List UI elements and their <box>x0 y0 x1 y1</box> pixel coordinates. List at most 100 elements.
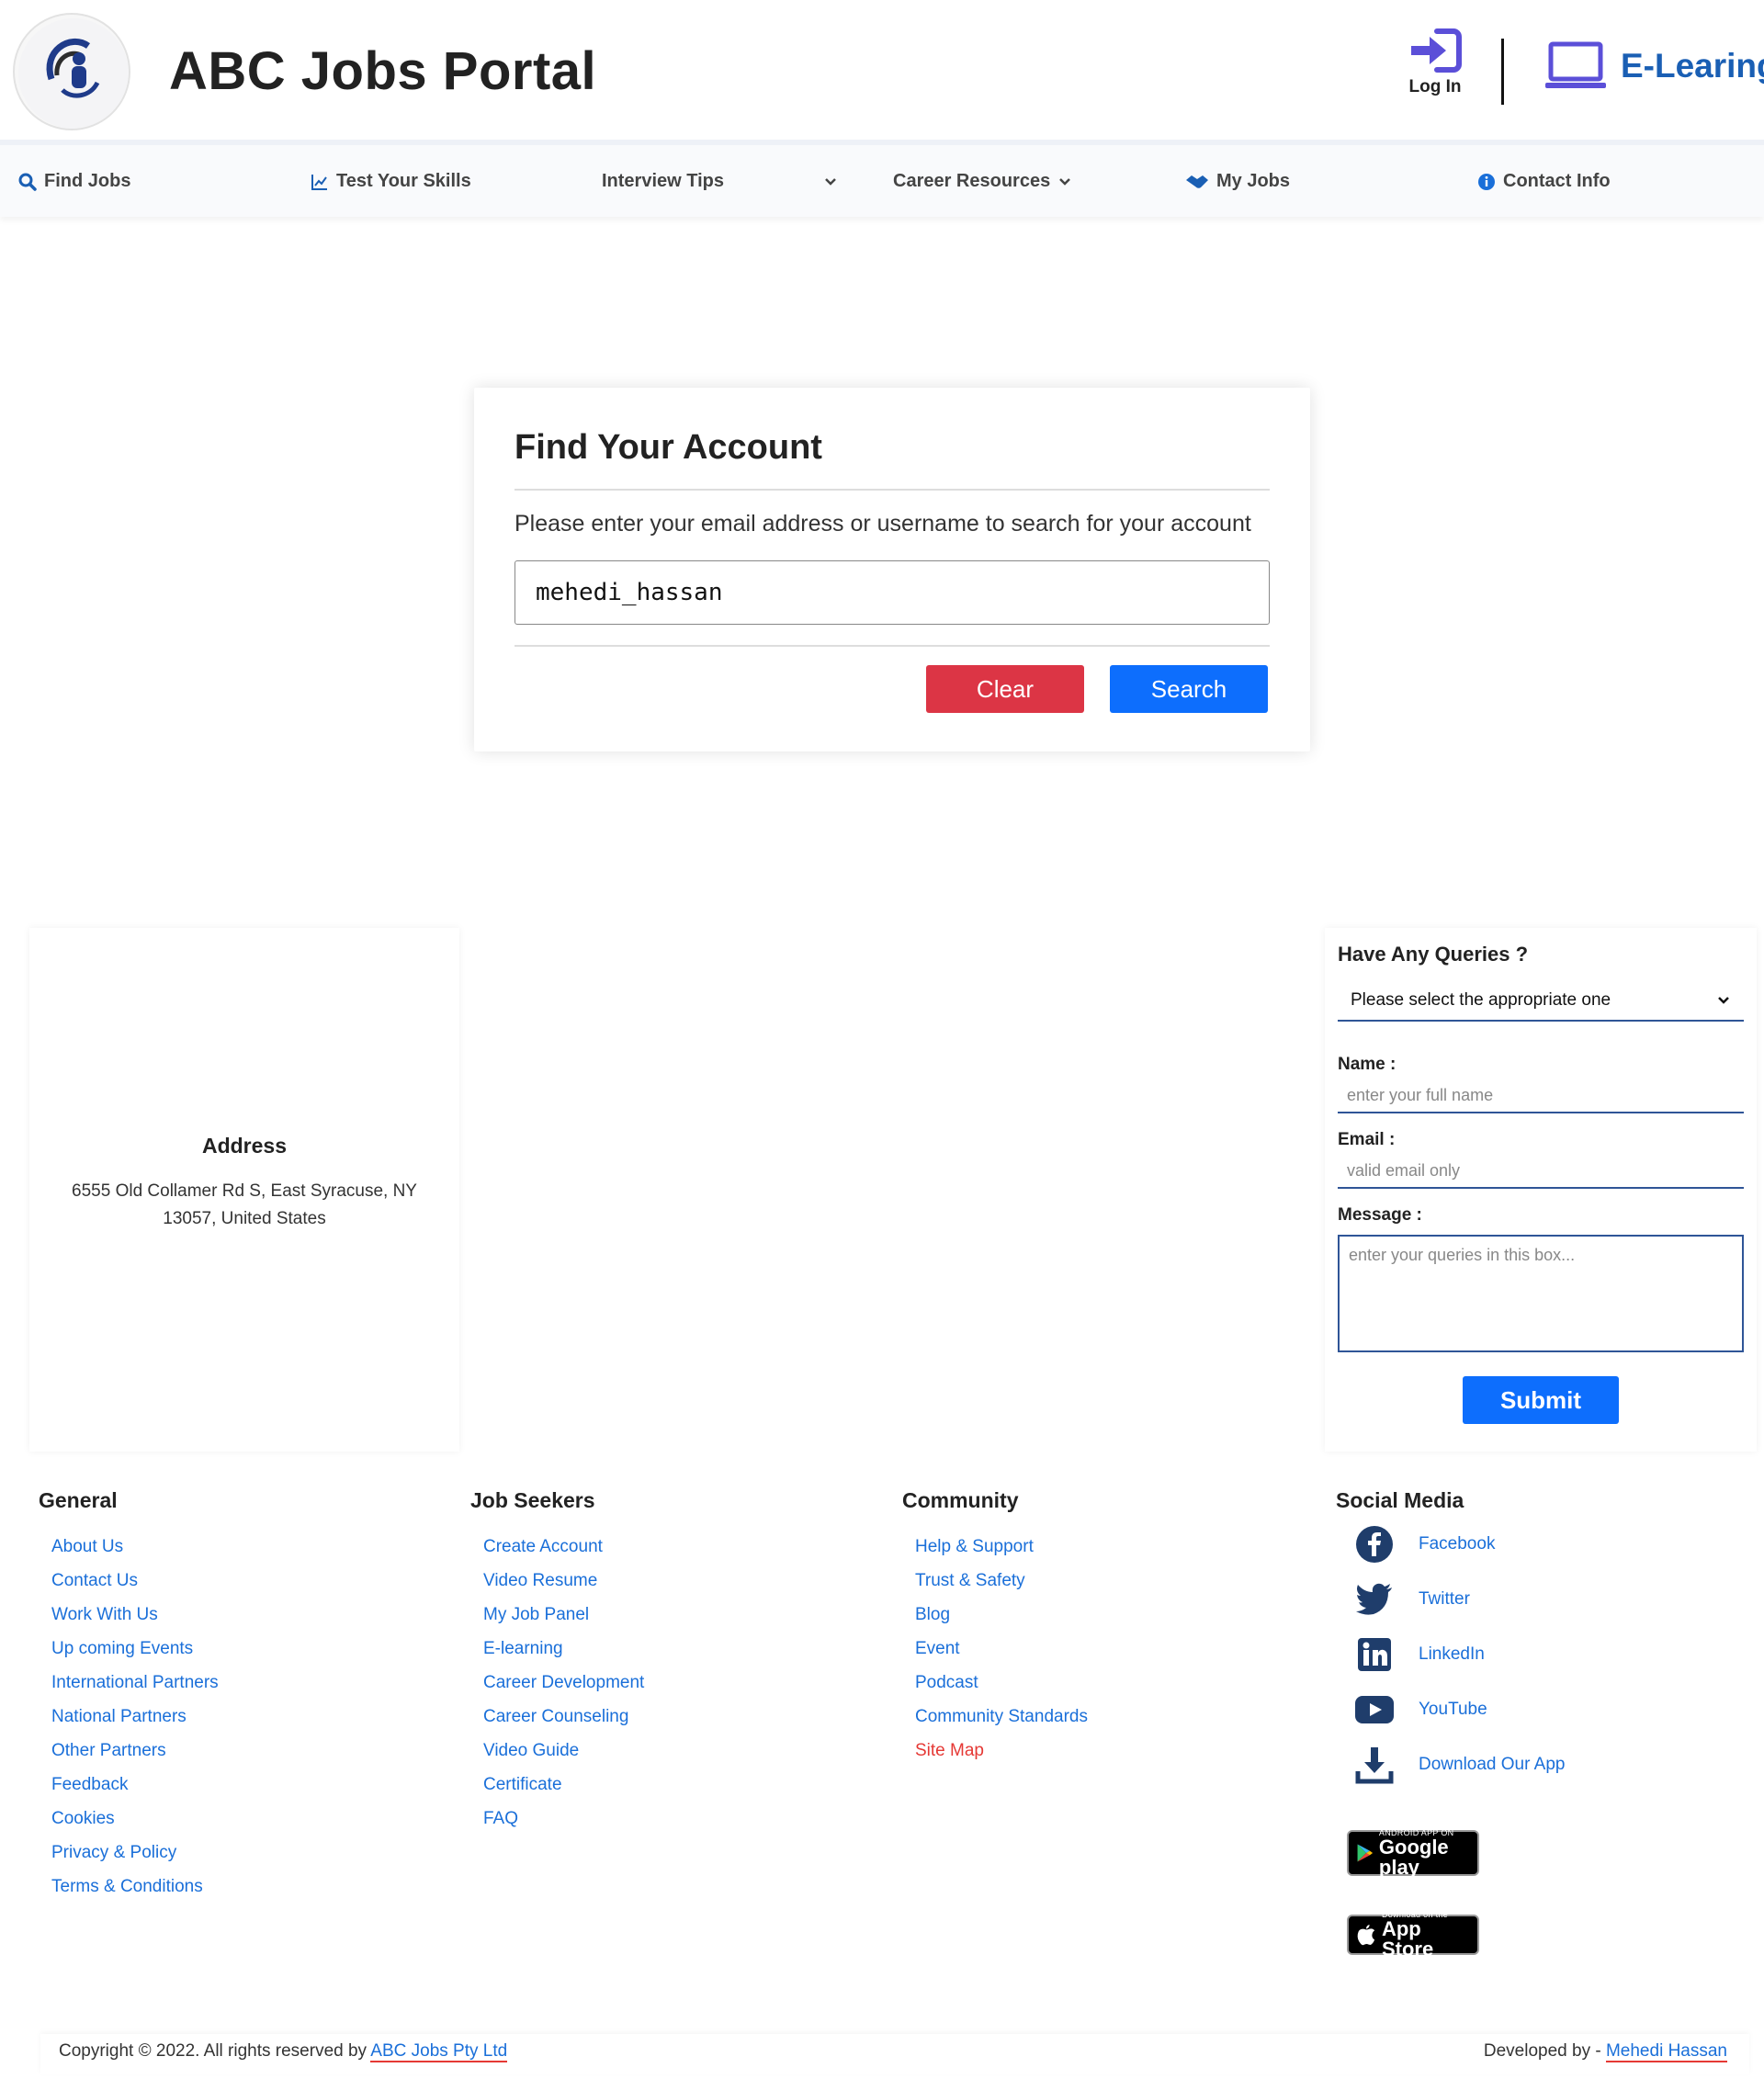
footer-link-my-job-panel[interactable]: My Job Panel <box>483 1598 644 1632</box>
login-label: Log In <box>1408 77 1462 96</box>
footer-general: General About Us Contact Us Work With Us… <box>39 1488 219 1904</box>
footer-link-blog[interactable]: Blog <box>915 1598 1088 1632</box>
account-search-input[interactable] <box>514 560 1270 625</box>
footer-link-career-development[interactable]: Career Development <box>483 1666 644 1700</box>
copyright-label: Copyright © 2022. All rights reserved by <box>59 2041 368 2061</box>
footer-link-privacy-policy[interactable]: Privacy & Policy <box>51 1836 219 1870</box>
nav-label: Test Your Skills <box>336 171 471 191</box>
laptop-icon <box>1545 41 1606 88</box>
footer-link-video-resume[interactable]: Video Resume <box>483 1564 644 1598</box>
footer-link-international-partners[interactable]: International Partners <box>51 1666 219 1700</box>
social-twitter[interactable]: Twitter <box>1354 1572 1566 1627</box>
login-button[interactable]: Log In <box>1389 28 1481 97</box>
footer-link-about-us[interactable]: About Us <box>51 1530 219 1564</box>
nav-item-find-jobs[interactable]: Find Jobs <box>18 171 130 192</box>
youtube-icon <box>1354 1689 1395 1730</box>
nav-item-career-resources[interactable]: Career Resources <box>893 171 1072 192</box>
footer-link-certificate[interactable]: Certificate <box>483 1768 644 1802</box>
site-logo[interactable] <box>13 13 130 130</box>
footer-social: Social Media Facebook Twitter LinkedIn Y… <box>1336 1488 1566 1792</box>
nav-item-test-your-skills[interactable]: Test Your Skills <box>311 171 471 192</box>
name-field[interactable]: enter your full name <box>1338 1079 1744 1113</box>
footer-heading: Community <box>902 1488 1019 1512</box>
query-type-select[interactable]: Please select the appropriate one <box>1338 981 1744 1022</box>
message-label: Message : <box>1338 1205 1422 1225</box>
facebook-icon <box>1354 1524 1395 1565</box>
google-play-badge[interactable]: ANDROID APP ON Google play <box>1347 1828 1479 1879</box>
elearning-label: E-Learing <box>1621 47 1764 85</box>
name-label: Name : <box>1338 1055 1396 1074</box>
footer-link-e-learning[interactable]: E-learning <box>483 1632 644 1666</box>
app-store-badge[interactable]: Download on the App Store <box>1347 1910 1479 1960</box>
apple-icon <box>1357 1925 1375 1946</box>
footer-job-seekers: Job Seekers Create Account Video Resume … <box>470 1488 644 1836</box>
download-icon <box>1354 1745 1395 1785</box>
footer-link-help-support[interactable]: Help & Support <box>915 1530 1088 1564</box>
chevron-down-icon <box>1718 997 1729 1004</box>
footer-link-event[interactable]: Event <box>915 1632 1088 1666</box>
nav-label: Contact Info <box>1503 171 1611 191</box>
footer-link-national-partners[interactable]: National Partners <box>51 1700 219 1734</box>
submit-button[interactable]: Submit <box>1463 1376 1619 1424</box>
google-play-big: Google play <box>1378 1836 1449 1879</box>
nav-label: Find Jobs <box>44 171 131 191</box>
search-button[interactable]: Search <box>1110 665 1268 713</box>
chevron-down-icon <box>825 177 836 186</box>
footer-link-terms-conditions[interactable]: Terms & Conditions <box>51 1870 219 1904</box>
linkedin-icon <box>1354 1634 1395 1675</box>
footer-link-community-standards[interactable]: Community Standards <box>915 1700 1088 1734</box>
footer-link-career-counseling[interactable]: Career Counseling <box>483 1700 644 1734</box>
footer-link-site-map[interactable]: Site Map <box>915 1734 1088 1768</box>
email-field[interactable]: valid email only <box>1338 1154 1744 1189</box>
login-icon <box>1411 28 1462 73</box>
clear-button[interactable]: Clear <box>926 665 1084 713</box>
select-value: Please select the appropriate one <box>1351 990 1611 1010</box>
divider <box>514 489 1270 491</box>
footer-link-contact-us[interactable]: Contact Us <box>51 1564 219 1598</box>
queries-title: Have Any Queries ? <box>1338 943 1529 966</box>
social-youtube[interactable]: YouTube <box>1354 1682 1566 1737</box>
developer-credit: Developed by - Mehedi Hassan <box>1484 2041 1727 2062</box>
social-linkedin[interactable]: LinkedIn <box>1354 1627 1566 1682</box>
footer-link-work-with-us[interactable]: Work With Us <box>51 1598 219 1632</box>
copyright-bar: Copyright © 2022. All rights reserved by… <box>40 2034 1749 2074</box>
footer-link-create-account[interactable]: Create Account <box>483 1530 644 1564</box>
site-header: ABC Jobs Portal Log In E-Learing <box>0 0 1764 140</box>
find-account-card: Find Your Account Please enter your emai… <box>474 388 1310 751</box>
footer-heading: Job Seekers <box>470 1488 595 1512</box>
main-nav: Find Jobs Test Your Skills Interview Tip… <box>0 140 1764 217</box>
footer-link-faq[interactable]: FAQ <box>483 1802 644 1836</box>
google-play-icon <box>1357 1844 1374 1862</box>
footer-link-feedback[interactable]: Feedback <box>51 1768 219 1802</box>
download-app-link[interactable]: Download Our App <box>1354 1737 1566 1792</box>
address-title: Address <box>201 1134 288 1158</box>
chevron-down-icon <box>1059 177 1071 186</box>
queries-form: Have Any Queries ? Please select the app… <box>1325 928 1757 1452</box>
nav-item-interview-tips[interactable]: Interview Tips <box>602 171 838 192</box>
site-title: ABC Jobs Portal <box>169 41 597 101</box>
nav-label: My Jobs <box>1216 171 1291 191</box>
address-box: Address 6555 Old Collamer Rd S, East Syr… <box>29 928 459 1452</box>
social-facebook[interactable]: Facebook <box>1354 1517 1566 1572</box>
footer-link-upcoming-events[interactable]: Up coming Events <box>51 1632 219 1666</box>
social-label: Twitter <box>1419 1589 1470 1609</box>
footer-link-podcast[interactable]: Podcast <box>915 1666 1088 1700</box>
elearning-link[interactable]: E-Learing <box>1544 40 1764 92</box>
handshake-icon <box>1186 175 1208 188</box>
footer-link-cookies[interactable]: Cookies <box>51 1802 219 1836</box>
footer-link-video-guide[interactable]: Video Guide <box>483 1734 644 1768</box>
nav-item-my-jobs[interactable]: My Jobs <box>1185 171 1290 192</box>
nav-label: Career Resources <box>893 171 1051 191</box>
search-icon <box>18 173 37 191</box>
nav-item-contact-info[interactable]: Contact Info <box>1477 171 1611 192</box>
footer-link-other-partners[interactable]: Other Partners <box>51 1734 219 1768</box>
header-divider <box>1501 39 1504 105</box>
card-title: Find Your Account <box>514 428 822 467</box>
developer-link[interactable]: Mehedi Hassan <box>1605 2041 1727 2062</box>
info-icon <box>1478 173 1495 190</box>
chart-line-icon <box>311 174 327 190</box>
nav-label: Interview Tips <box>602 171 725 191</box>
message-textarea[interactable]: enter your queries in this box... <box>1338 1235 1744 1352</box>
footer-link-trust-safety[interactable]: Trust & Safety <box>915 1564 1088 1598</box>
company-link[interactable]: ABC Jobs Pty Ltd <box>370 2041 508 2062</box>
